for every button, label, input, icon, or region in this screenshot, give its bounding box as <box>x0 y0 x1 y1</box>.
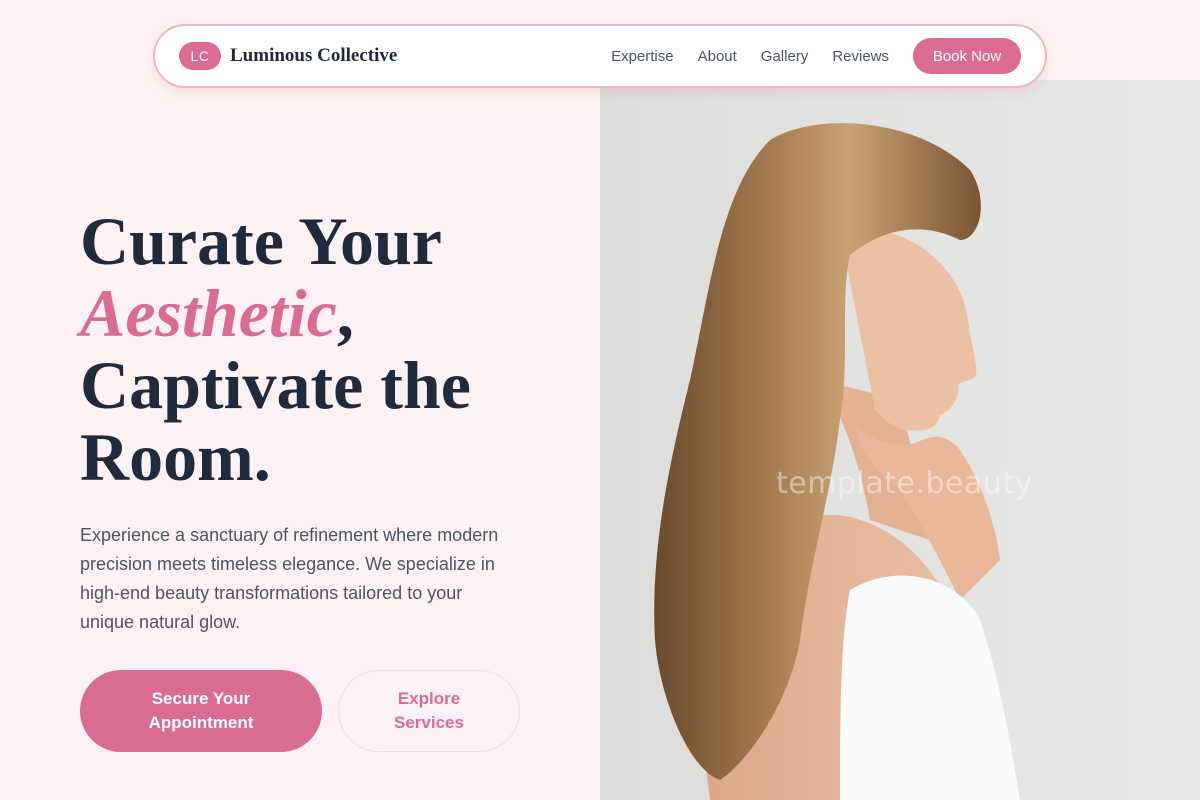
hero-headline: Curate Your Aesthetic, Captivate the Roo… <box>80 205 580 493</box>
nav-link-about[interactable]: About <box>698 48 737 65</box>
hero-description: Experience a sanctuary of refinement whe… <box>80 525 499 632</box>
headline-accent: Aesthetic <box>80 275 337 351</box>
book-now-button[interactable]: Book Now <box>913 38 1021 74</box>
watermark-text: template.beauty <box>776 466 1033 501</box>
top-navbar: LC Luminous Collective Expertise About G… <box>153 24 1047 88</box>
headline-line-3: Captivate the <box>80 347 471 423</box>
nav-links: Expertise About Gallery Reviews Book Now <box>611 38 1021 74</box>
woman-profile-illustration <box>654 123 1020 800</box>
secure-appointment-button[interactable]: Secure Your Appointment <box>80 670 322 752</box>
nav-link-expertise[interactable]: Expertise <box>611 48 674 65</box>
explore-services-button[interactable]: Explore Services <box>338 670 520 752</box>
headline-line-4: Room. <box>80 419 271 495</box>
logo-badge[interactable]: LC <box>179 42 221 70</box>
nav-link-reviews[interactable]: Reviews <box>832 48 889 65</box>
brand-name[interactable]: Luminous Collective <box>230 45 397 67</box>
hero-photo: template.beauty <box>600 80 1200 800</box>
headline-line-1: Curate Your <box>80 203 442 279</box>
nav-link-gallery[interactable]: Gallery <box>761 48 809 65</box>
headline-comma: , <box>336 275 354 351</box>
